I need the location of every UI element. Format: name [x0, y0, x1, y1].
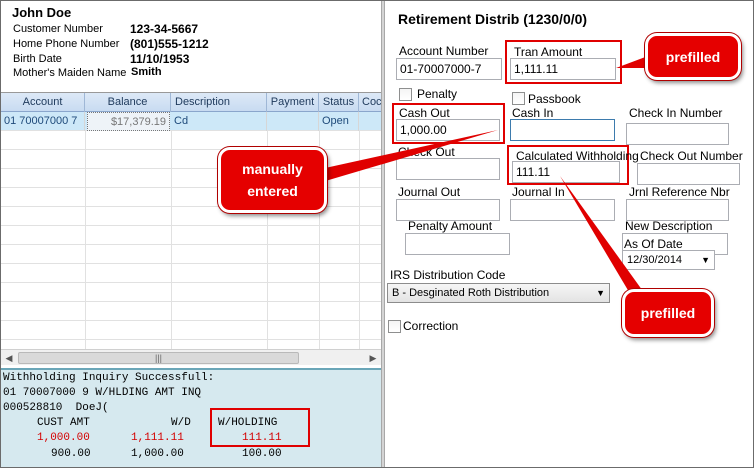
prefilled-callout-1: prefilled — [645, 33, 741, 80]
annotation-arrows — [316, 56, 650, 302]
arrow-prefilled-2 — [560, 176, 645, 302]
prefilled-callout-2: prefilled — [622, 289, 714, 337]
arrow-manually-entered — [316, 130, 498, 182]
manually-entered-callout: manually entered — [218, 147, 327, 213]
